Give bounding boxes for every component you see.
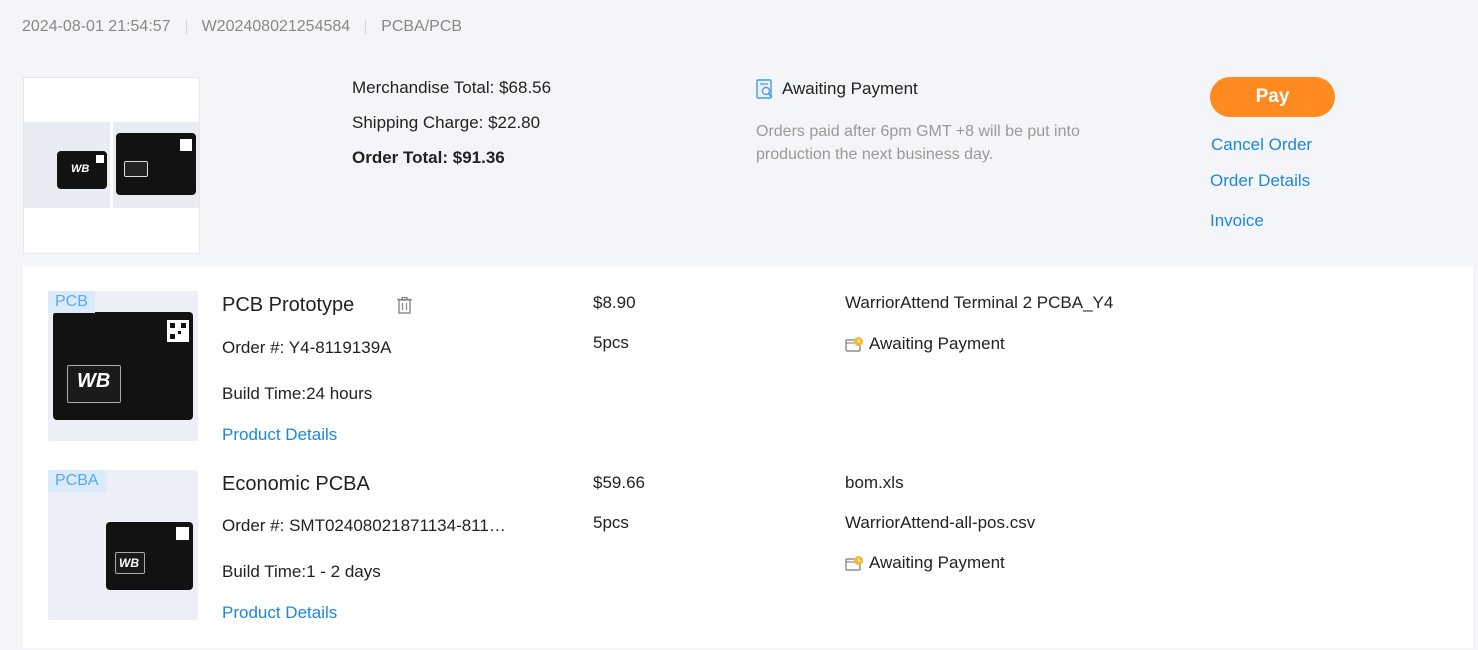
order-items-panel: WB PCB PCB Prototype Order #: Y4-8119139… bbox=[23, 266, 1473, 648]
pcb-board-image: WB bbox=[116, 133, 196, 195]
item-file-name: bom.xls bbox=[845, 473, 904, 492]
item-status-text: Awaiting Payment bbox=[869, 553, 1005, 572]
item-type-tag: PCBA bbox=[48, 470, 106, 492]
product-details-link[interactable]: Product Details bbox=[222, 425, 337, 445]
item-type-tag: PCB bbox=[48, 291, 95, 313]
board-logo: WB bbox=[119, 556, 139, 570]
qr-code bbox=[180, 139, 192, 151]
pay-button[interactable]: Pay bbox=[1210, 77, 1335, 117]
item-name: PCB Prototype bbox=[222, 294, 355, 316]
merchandise-total: Merchandise Total: $68.56 bbox=[352, 78, 552, 97]
item-price: $8.90 bbox=[593, 293, 636, 312]
item-name: Economic PCBA bbox=[222, 473, 370, 495]
order-created-at: 2024-08-01 21:54:57 bbox=[22, 18, 171, 35]
order-card: 2024-08-01 21:54:57 W202408021254584 PCB… bbox=[0, 0, 1478, 650]
qr-code bbox=[176, 527, 189, 540]
item-file-name-2: WarriorAttend-all-pos.csv bbox=[845, 513, 1036, 532]
order-totals: Merchandise Total: $68.56 Shipping Charg… bbox=[352, 78, 551, 183]
order-id: W202408021254584 bbox=[201, 18, 351, 35]
item-order-number: Order #: SMT02408021871134-811… bbox=[222, 516, 506, 535]
qr-code bbox=[96, 155, 104, 163]
board-logo: WB bbox=[71, 163, 90, 175]
order-type: PCBA/PCB bbox=[381, 18, 463, 35]
thumb-large-board: WB bbox=[113, 122, 199, 208]
wallet-clock-icon bbox=[845, 556, 863, 571]
divider bbox=[185, 20, 187, 34]
wallet-clock-icon bbox=[845, 337, 863, 352]
item-image-pcb[interactable]: WB PCB bbox=[48, 291, 198, 441]
item-price: $59.66 bbox=[593, 473, 645, 492]
production-note: Orders paid after 6pm GMT +8 will be put… bbox=[756, 123, 1080, 163]
item-order-number: Order #: Y4-8119139A bbox=[222, 338, 392, 357]
order-total: Order Total: $91.36 bbox=[352, 148, 505, 167]
invoice-link[interactable]: Invoice bbox=[1210, 211, 1264, 231]
order-status: Awaiting Payment Orders paid after 6pm G… bbox=[756, 78, 1096, 166]
order-meta-bar: 2024-08-01 21:54:57 W202408021254584 PCB… bbox=[22, 17, 462, 37]
item-status: Awaiting Payment bbox=[845, 334, 1005, 354]
pcb-board-image: WB bbox=[53, 312, 193, 420]
item-quantity: 5pcs bbox=[593, 333, 629, 352]
order-status-row: Awaiting Payment bbox=[756, 78, 1096, 100]
lcd-window bbox=[124, 161, 148, 177]
item-file-name: WarriorAttend Terminal 2 PCBA_Y4 bbox=[845, 293, 1114, 312]
order-details-link[interactable]: Order Details bbox=[1210, 171, 1310, 191]
item-quantity: 5pcs bbox=[593, 513, 629, 532]
cancel-order-link[interactable]: Cancel Order bbox=[1211, 135, 1312, 155]
item-image-pcba[interactable]: WB PCBA bbox=[48, 470, 198, 620]
item-status-text: Awaiting Payment bbox=[869, 334, 1005, 353]
qr-code bbox=[167, 320, 189, 342]
document-search-icon bbox=[756, 79, 773, 99]
trash-icon[interactable] bbox=[396, 296, 413, 319]
pcb-board-image: WB bbox=[57, 151, 107, 189]
pcb-board-image: WB bbox=[106, 522, 193, 590]
product-details-link[interactable]: Product Details bbox=[222, 603, 337, 623]
board-logo: WB bbox=[77, 370, 111, 392]
item-build-time: Build Time:1 - 2 days bbox=[222, 562, 381, 581]
shipping-charge: Shipping Charge: $22.80 bbox=[352, 113, 541, 132]
order-thumbnail[interactable]: WB WB bbox=[23, 77, 200, 254]
thumb-small-board: WB bbox=[24, 122, 110, 208]
order-status-text: Awaiting Payment bbox=[782, 79, 918, 98]
item-status: Awaiting Payment bbox=[845, 553, 1005, 573]
divider bbox=[365, 20, 367, 34]
item-build-time: Build Time:24 hours bbox=[222, 384, 373, 403]
